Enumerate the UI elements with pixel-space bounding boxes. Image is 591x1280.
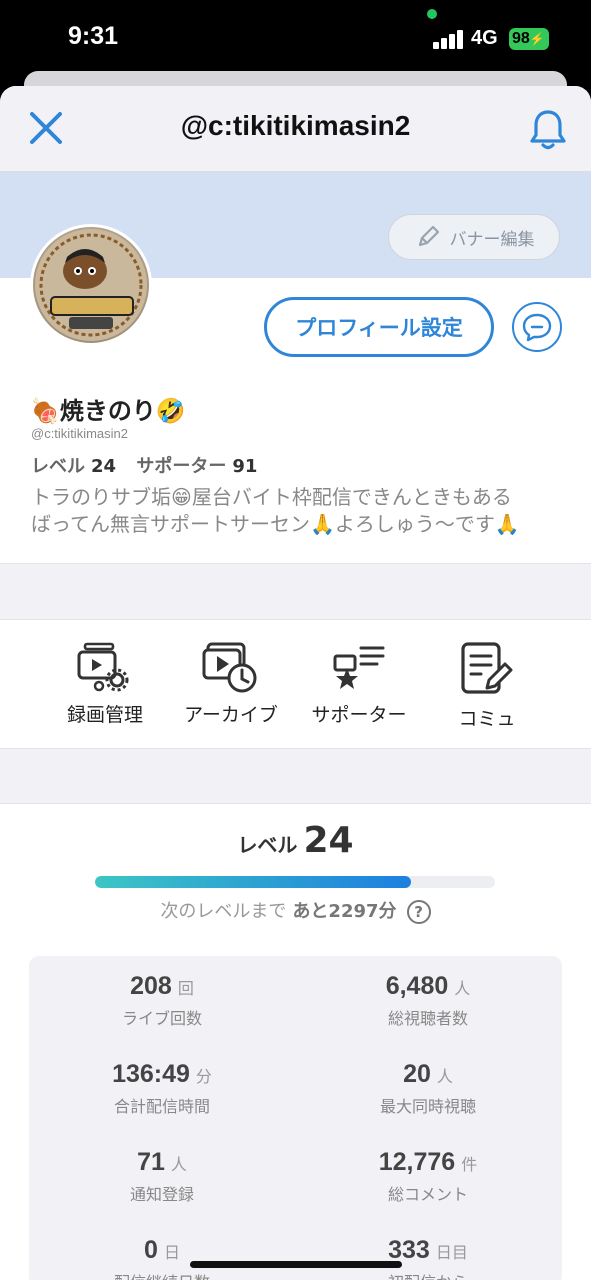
battery-icon: 98⚡: [509, 28, 549, 50]
stat-value: 12,776: [378, 1148, 456, 1176]
stat-value: 208: [130, 972, 172, 1000]
stat-unit: 人: [454, 979, 471, 998]
stat-unit: 回: [177, 979, 194, 998]
next-level-info: 次のレベルまで あと2297分?: [0, 897, 591, 924]
help-icon[interactable]: ?: [406, 900, 431, 924]
stat-item: 208 回ライブ回数: [29, 972, 295, 1029]
stat-label: 通知登録: [129, 1185, 194, 1204]
level-heading-label: レベル: [237, 833, 298, 857]
action-menu: 録画管理 アーカイブ サポーター コミュ: [0, 620, 591, 748]
avatar[interactable]: [30, 224, 152, 346]
level-progress-bar: [95, 876, 495, 888]
stat-label: 総コメント: [387, 1185, 468, 1204]
signal-icon: [433, 29, 463, 49]
chat-bubble-icon: [522, 313, 552, 342]
stat-unit: 件: [461, 1155, 478, 1174]
stat-item: 12,776 件総コメント: [295, 1148, 561, 1205]
profile-settings-button[interactable]: プロフィール設定: [264, 297, 494, 357]
display-name: 🍖焼きのり🤣: [30, 397, 186, 425]
action-label: アーカイブ: [184, 704, 278, 726]
stat-item: 71 人通知登録: [29, 1148, 295, 1205]
navigation-bar: @c:tikitikimasin2: [0, 86, 591, 172]
stat-label: 総視聴者数: [387, 1009, 468, 1028]
page-title: @c:tikitikimasin2: [180, 110, 411, 141]
level-progress-fill: [95, 876, 411, 888]
stat-value: 0: [144, 1236, 158, 1264]
stat-item: 0日配信継続日数: [29, 1236, 295, 1280]
stat-item: 6,480 人総視聴者数: [295, 972, 561, 1029]
archive-icon: [202, 642, 257, 693]
stat-value: 71: [137, 1148, 165, 1176]
community-button[interactable]: コミュ: [422, 642, 552, 731]
battery-level: 98: [512, 30, 530, 47]
stat-value: 136:49: [112, 1060, 190, 1088]
level-heading: レベル 24: [0, 820, 591, 861]
supporter-button[interactable]: サポーター: [294, 642, 424, 727]
status-time: 9:31: [68, 22, 119, 50]
stat-item: 136:49 分合計配信時間: [29, 1060, 295, 1117]
avatar-image: [35, 229, 147, 341]
stat-unit: 人: [436, 1067, 453, 1086]
level-label: レベル: [31, 456, 85, 477]
level-value: 24: [91, 456, 117, 477]
action-label: コミュ: [458, 708, 516, 730]
bio-line: トラのりサブ垢😁屋台バイト枠配信できんときもある: [31, 485, 512, 509]
home-indicator: [190, 1261, 402, 1268]
network-type: 4G: [471, 27, 498, 49]
stats-panel: 208 回ライブ回数 6,480 人総視聴者数 136:49 分合計配信時間 20 人最大同時…: [29, 956, 562, 1280]
pencil-icon: [418, 225, 439, 247]
status-bar: 9:31 4G 98⚡: [0, 0, 591, 72]
banner-edit-label: バナー編集: [449, 229, 535, 250]
section-divider: [0, 748, 591, 804]
community-icon: [461, 642, 513, 694]
stat-item: 333 日目初配信から: [295, 1236, 561, 1280]
bio-line: ばってん無言サポートサーセン🙏よろしゅう〜です🙏: [31, 512, 520, 536]
supporter-count[interactable]: 91: [232, 456, 257, 477]
supporter-icon: [333, 646, 385, 689]
message-button[interactable]: [512, 302, 562, 352]
action-label: 録画管理: [66, 704, 143, 726]
recording-settings-icon: [77, 642, 129, 692]
stat-label: 合計配信時間: [113, 1097, 210, 1116]
camera-indicator-icon: [427, 9, 437, 19]
next-level-label: 次のレベルまで: [160, 901, 287, 922]
level-heading-value: 24: [303, 820, 354, 861]
section-divider: [0, 563, 591, 620]
stat-unit: 日: [163, 1243, 180, 1262]
stat-label: 最大同時視聴: [379, 1097, 476, 1116]
archive-button[interactable]: アーカイブ: [166, 642, 296, 727]
stat-unit: 分: [195, 1067, 212, 1086]
recording-management-button[interactable]: 録画管理: [40, 642, 170, 727]
supporter-label[interactable]: サポーター: [136, 456, 226, 477]
level-supporter-line: レベル 24 サポーター 91: [31, 452, 263, 478]
bell-icon[interactable]: [527, 108, 569, 152]
stat-value: 333: [388, 1236, 430, 1264]
action-label: サポーター: [311, 704, 407, 726]
stat-label: 初配信から: [295, 1269, 561, 1280]
profile-bio: トラのりサブ垢😁屋台バイト枠配信できんときもある ばってん無言サポートサーセン🙏…: [31, 484, 571, 538]
next-level-remaining: あと2297分: [292, 901, 397, 922]
stat-label: 配信継続日数: [29, 1269, 295, 1280]
stat-item: 20 人最大同時視聴: [295, 1060, 561, 1117]
user-handle: @c:tikitikimasin2: [31, 426, 128, 441]
banner-edit-button[interactable]: バナー編集: [388, 214, 560, 260]
stat-label: ライブ回数: [121, 1009, 202, 1028]
stat-value: 20: [403, 1060, 431, 1088]
stat-unit: 日目: [435, 1243, 468, 1262]
stat-unit: 人: [170, 1155, 187, 1174]
stat-value: 6,480: [385, 972, 449, 1000]
